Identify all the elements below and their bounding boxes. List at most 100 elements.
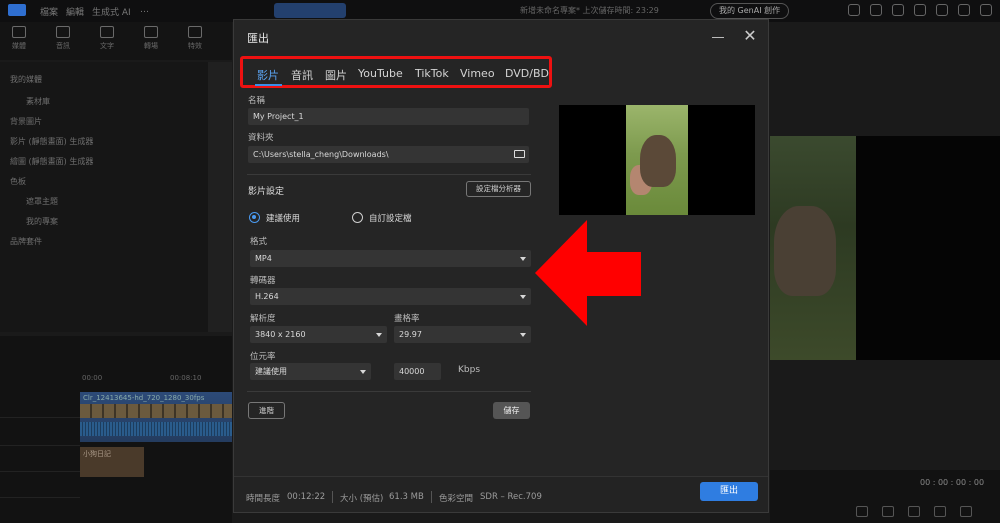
dialog-title: 匯出 [247,32,269,45]
library-item[interactable]: 遮罩主題 [26,196,58,207]
divider [247,174,531,175]
tool-text[interactable]: 文字 [92,26,122,51]
menu-more[interactable]: … [140,5,149,15]
tool-effects[interactable]: 特效 [180,26,210,51]
library-item[interactable]: 繪圖 (靜態畫面) 生成器 [10,156,93,167]
resolution-select[interactable]: 3840 x 2160 [250,326,387,343]
thumbnail-puppy [640,135,676,187]
tab-dvd-bd[interactable]: DVD/BD [505,67,549,80]
track-header[interactable] [0,394,80,418]
minimize-icon[interactable] [712,37,724,38]
audio-icon [56,26,70,38]
zoom-icon[interactable] [908,506,920,517]
tab-image[interactable]: 圖片 [325,67,347,83]
settings-icon[interactable] [870,4,882,16]
radio-custom[interactable] [352,212,363,223]
export-dialog: 匯出 ✕ 影片 音訊 圖片 YouTube TikTok Vimeo DVD/B… [233,19,769,513]
bitrate-input[interactable]: 40000 [394,363,441,380]
framerate-select[interactable]: 29.97 [394,326,531,343]
close-icon[interactable]: ✕ [741,27,759,45]
codec-select[interactable]: H.264 [250,288,531,305]
account-icon[interactable] [914,4,926,16]
radio-recommended[interactable] [249,212,260,223]
tab-video[interactable]: 影片 [257,67,279,83]
mode-tab[interactable] [274,3,346,18]
advanced-button[interactable]: 進階 [248,402,285,419]
chevron-down-icon [360,370,366,374]
clip-name: 小狗日記 [83,450,111,458]
colorspace-label: 色彩空間 [439,494,474,504]
playback-controls: 00 : 00 : 00 : 00 [770,470,1000,523]
restore-icon[interactable] [958,4,970,16]
media-icon [12,26,26,38]
duration-value: 00:12:22 [287,492,326,502]
library-item[interactable]: 影片 (靜態畫面) 生成器 [10,136,93,147]
bitrate-mode-select[interactable]: 建議使用 [250,363,371,380]
save-button[interactable]: 儲存 [493,402,530,419]
tool-transition-label: 轉場 [144,42,158,50]
chevron-down-icon [520,295,526,299]
minimize-icon[interactable] [936,4,948,16]
fullscreen-icon[interactable] [934,506,946,517]
library-item[interactable]: 素材庫 [26,96,50,107]
preview-thumbnail [626,105,688,215]
tool-audio[interactable]: 音訊 [48,26,78,51]
chevron-down-icon [520,333,526,337]
chevron-down-icon [376,333,382,337]
size-label: 大小 (預估) [340,494,384,504]
tab-tiktok[interactable]: TikTok [415,67,449,80]
timeline-title-clip[interactable]: 小狗日記 [80,447,144,477]
chevron-down-icon [520,257,526,261]
preview-subject [774,206,836,296]
export-preview [559,105,755,215]
preview-letterbox [856,136,1000,360]
name-input[interactable]: My Project_1 [248,108,529,125]
tool-text-label: 文字 [100,42,114,50]
format-select[interactable]: MP4 [250,250,531,267]
format-label: 格式 [250,237,268,247]
more-icon[interactable] [960,506,972,517]
tool-media[interactable]: 媒體 [4,26,34,51]
help-icon[interactable] [892,4,904,16]
export-button[interactable]: 匯出 [700,482,758,501]
duration-label: 時間長度 [246,494,281,504]
track-header[interactable] [0,422,80,446]
library-item[interactable]: 我的專案 [26,216,58,227]
folder-path: C:\Users\stella_cheng\Downloads\ [253,150,389,159]
menu-edit[interactable]: 編輯 [66,5,84,18]
preview-frame [770,136,856,360]
folder-input[interactable]: C:\Users\stella_cheng\Downloads\ [248,146,529,163]
tab-vimeo[interactable]: Vimeo [460,67,495,80]
tool-transition[interactable]: 轉場 [136,26,166,51]
size-value: 61.3 MB [389,492,424,502]
library-item[interactable]: 我的媒體 [10,74,42,85]
window-close-icon[interactable] [980,4,992,16]
tool-effects-label: 特效 [188,42,202,50]
menu-file[interactable]: 檔案 [40,5,58,18]
bitrate-mode-value: 建議使用 [255,367,287,376]
track-header[interactable] [0,448,80,472]
preview-timecode: 00 : 00 : 00 : 00 [920,478,985,487]
tab-youtube[interactable]: YouTube [358,67,403,80]
menu-genai[interactable]: 生成式 AI [92,5,131,18]
tab-audio[interactable]: 音訊 [291,67,313,83]
name-label: 名稱 [248,96,266,106]
genai-button[interactable]: 我的 GenAI 創作 [710,3,790,19]
framerate-value: 29.97 [399,330,422,339]
library-item[interactable]: 色板 [10,176,26,187]
folder-icon[interactable] [514,150,525,158]
volume-icon[interactable] [882,506,894,517]
upload-icon[interactable] [848,4,860,16]
colorspace-value: SDR – Rec.709 [480,492,542,502]
bitrate-label: 位元率 [250,352,276,362]
track-header[interactable] [0,474,80,498]
profile-analyzer-button[interactable]: 設定檔分析器 [466,181,531,197]
library-item[interactable]: 品牌套件 [10,236,42,247]
radio-custom-label: 自訂設定檔 [369,214,412,224]
clip-waveform [80,422,232,436]
snapshot-icon[interactable] [856,506,868,517]
framerate-label: 畫格率 [394,314,420,324]
timeline-video-clip[interactable]: Clr_12413645-hd_720_1280_30fps [80,392,232,442]
library-item[interactable]: 背景圖片 [10,116,42,127]
media-grid-strip [208,62,232,332]
